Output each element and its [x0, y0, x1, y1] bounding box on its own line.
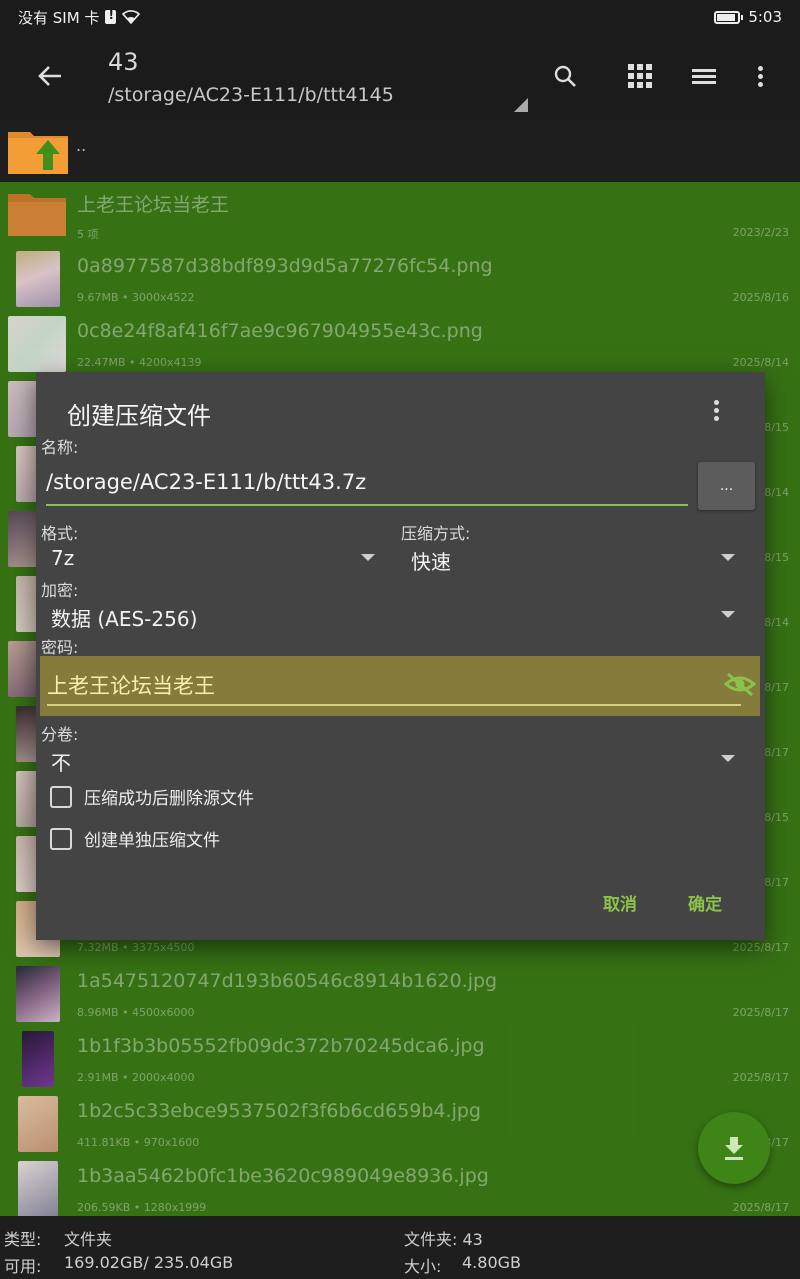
password-underline: [47, 704, 741, 706]
browse-button[interactable]: ...: [698, 462, 755, 510]
status-left: 没有 SIM 卡: [18, 7, 141, 28]
encrypt-label: 加密:: [41, 581, 79, 600]
format-select[interactable]: 7z: [51, 546, 74, 570]
password-label: 密码:: [41, 638, 79, 657]
info-bar: 类型: 文件夹 可用: 169.02GB/ 235.04GB 文件夹: 43 大…: [0, 1216, 800, 1279]
clock: 5:03: [748, 8, 782, 26]
delete-source-label: 压缩成功后删除源文件: [84, 789, 254, 809]
wifi-icon: [122, 10, 141, 24]
visibility-off-icon[interactable]: [724, 670, 756, 698]
password-field[interactable]: 上老王论坛当老王: [40, 656, 760, 716]
delete-source-checkbox[interactable]: [50, 785, 72, 808]
battery-icon: [714, 10, 744, 24]
parent-folder-row[interactable]: ..: [0, 120, 800, 182]
split-dropdown-icon[interactable]: [721, 755, 735, 762]
size-label: 大小:: [404, 1257, 442, 1276]
separate-archive-checkbox[interactable]: [50, 827, 72, 850]
method-dropdown-icon[interactable]: [721, 554, 735, 561]
folder-count: 文件夹: 43: [404, 1230, 483, 1249]
name-label: 名称:: [41, 438, 79, 457]
path-dropdown-icon[interactable]: [514, 98, 528, 112]
back-arrow-icon[interactable]: [30, 56, 70, 96]
encrypt-dropdown-icon[interactable]: [721, 611, 735, 618]
split-label: 分卷:: [41, 725, 79, 744]
method-select[interactable]: 快速: [411, 546, 451, 575]
ok-button[interactable]: 确定: [688, 890, 722, 915]
search-icon[interactable]: [545, 58, 585, 94]
delete-source-option[interactable]: 压缩成功后删除源文件: [50, 784, 254, 809]
dialog-menu-icon[interactable]: [708, 396, 724, 424]
status-bar: 没有 SIM 卡 5:03: [0, 0, 800, 34]
format-label: 格式:: [41, 524, 79, 543]
type-value: 文件夹: [64, 1230, 113, 1249]
download-icon: [725, 1137, 743, 1160]
split-select[interactable]: 不: [51, 747, 71, 776]
carrier-text: 没有 SIM 卡: [18, 8, 100, 27]
sim-alert-icon: [105, 8, 117, 24]
status-right: 5:03: [714, 8, 782, 26]
password-input[interactable]: 上老王论坛当老王: [47, 670, 215, 700]
grid-view-icon[interactable]: [620, 58, 660, 94]
parent-label: ..: [76, 136, 87, 155]
download-fab[interactable]: [698, 1112, 770, 1184]
folder-up-icon: [8, 132, 68, 174]
available-label: 可用:: [4, 1257, 42, 1276]
list-view-icon[interactable]: [684, 58, 724, 94]
current-path[interactable]: /storage/AC23-E111/b/ttt4145: [108, 84, 394, 106]
app-bar: 43 /storage/AC23-E111/b/ttt4145: [0, 34, 800, 120]
separate-archive-option[interactable]: 创建单独压缩文件: [50, 826, 220, 851]
overflow-menu-icon[interactable]: [740, 58, 780, 94]
format-dropdown-icon[interactable]: [361, 554, 375, 561]
separate-archive-label: 创建单独压缩文件: [84, 831, 220, 851]
method-label: 压缩方式:: [401, 524, 471, 543]
page-title: 43: [108, 48, 139, 76]
dialog-title: 创建压缩文件: [67, 402, 211, 430]
create-archive-dialog: 创建压缩文件 名称: /storage/AC23-E111/b/ttt43.7z…: [36, 372, 765, 940]
cancel-button[interactable]: 取消: [603, 890, 637, 915]
size-value: 4.80GB: [462, 1253, 521, 1272]
type-label: 类型:: [4, 1230, 42, 1249]
available-value: 169.02GB/ 235.04GB: [64, 1253, 234, 1272]
archive-name-input[interactable]: /storage/AC23-E111/b/ttt43.7z: [46, 464, 688, 506]
encrypt-select[interactable]: 数据 (AES-256): [51, 603, 197, 632]
